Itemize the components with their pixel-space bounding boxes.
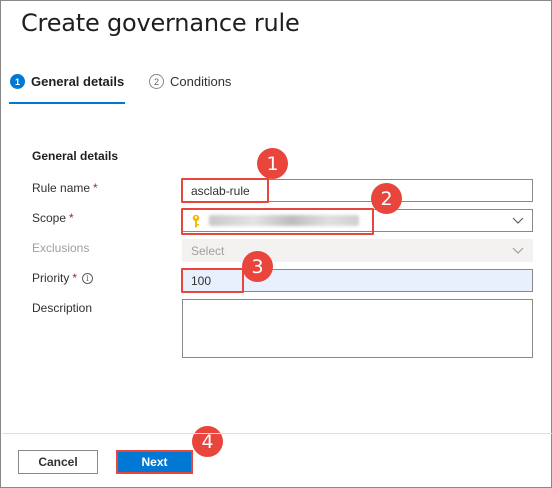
priority-value: 100 bbox=[191, 273, 212, 288]
exclusions-dropdown: Select bbox=[182, 239, 533, 262]
next-button[interactable]: Next bbox=[116, 450, 193, 474]
annotation-marker-1: 1 bbox=[257, 148, 288, 179]
description-textarea[interactable] bbox=[182, 299, 533, 358]
tab-conditions[interactable]: 2 Conditions bbox=[149, 74, 231, 89]
redacted-scope-value bbox=[209, 215, 359, 226]
required-mark: * bbox=[69, 211, 74, 225]
scope-label: Scope * bbox=[32, 211, 74, 225]
step-number-1: 1 bbox=[10, 74, 25, 89]
scope-dropdown[interactable] bbox=[182, 209, 533, 232]
label-text: Description bbox=[32, 301, 93, 315]
step-number-2: 2 bbox=[149, 74, 164, 89]
dialog-title: Create governance rule bbox=[21, 9, 300, 37]
tab-label: General details bbox=[31, 74, 125, 89]
dialog-panel: Create governance rule 1 General details… bbox=[0, 0, 552, 488]
tab-general-details[interactable]: 1 General details bbox=[10, 74, 124, 89]
tab-label: Conditions bbox=[170, 74, 232, 89]
chevron-down-icon bbox=[512, 217, 524, 224]
cancel-button[interactable]: Cancel bbox=[18, 450, 98, 474]
annotation-marker-4: 4 bbox=[192, 426, 223, 457]
active-tab-indicator bbox=[9, 102, 125, 104]
label-text: Exclusions bbox=[32, 241, 90, 255]
key-icon bbox=[192, 214, 200, 227]
annotation-marker-3: 3 bbox=[242, 251, 273, 282]
label-text: Scope bbox=[32, 211, 67, 225]
annotation-marker-2: 2 bbox=[371, 183, 402, 214]
required-mark: * bbox=[93, 181, 98, 195]
section-title: General details bbox=[32, 149, 119, 163]
chevron-down-icon bbox=[512, 247, 524, 254]
priority-label: Priority * i bbox=[32, 271, 94, 285]
rule-name-value: asclab-rule bbox=[191, 183, 250, 198]
label-text: Rule name bbox=[32, 181, 91, 195]
label-text: Priority bbox=[32, 271, 70, 285]
footer-divider bbox=[2, 433, 552, 434]
info-icon[interactable]: i bbox=[82, 272, 94, 284]
required-mark: * bbox=[72, 271, 78, 285]
exclusions-label: Exclusions bbox=[32, 241, 89, 255]
rule-name-label: Rule name * bbox=[32, 181, 98, 195]
description-label: Description bbox=[32, 301, 92, 315]
exclusions-placeholder: Select bbox=[191, 243, 225, 258]
priority-input[interactable]: 100 bbox=[182, 269, 533, 292]
rule-name-input[interactable]: asclab-rule bbox=[182, 179, 533, 202]
